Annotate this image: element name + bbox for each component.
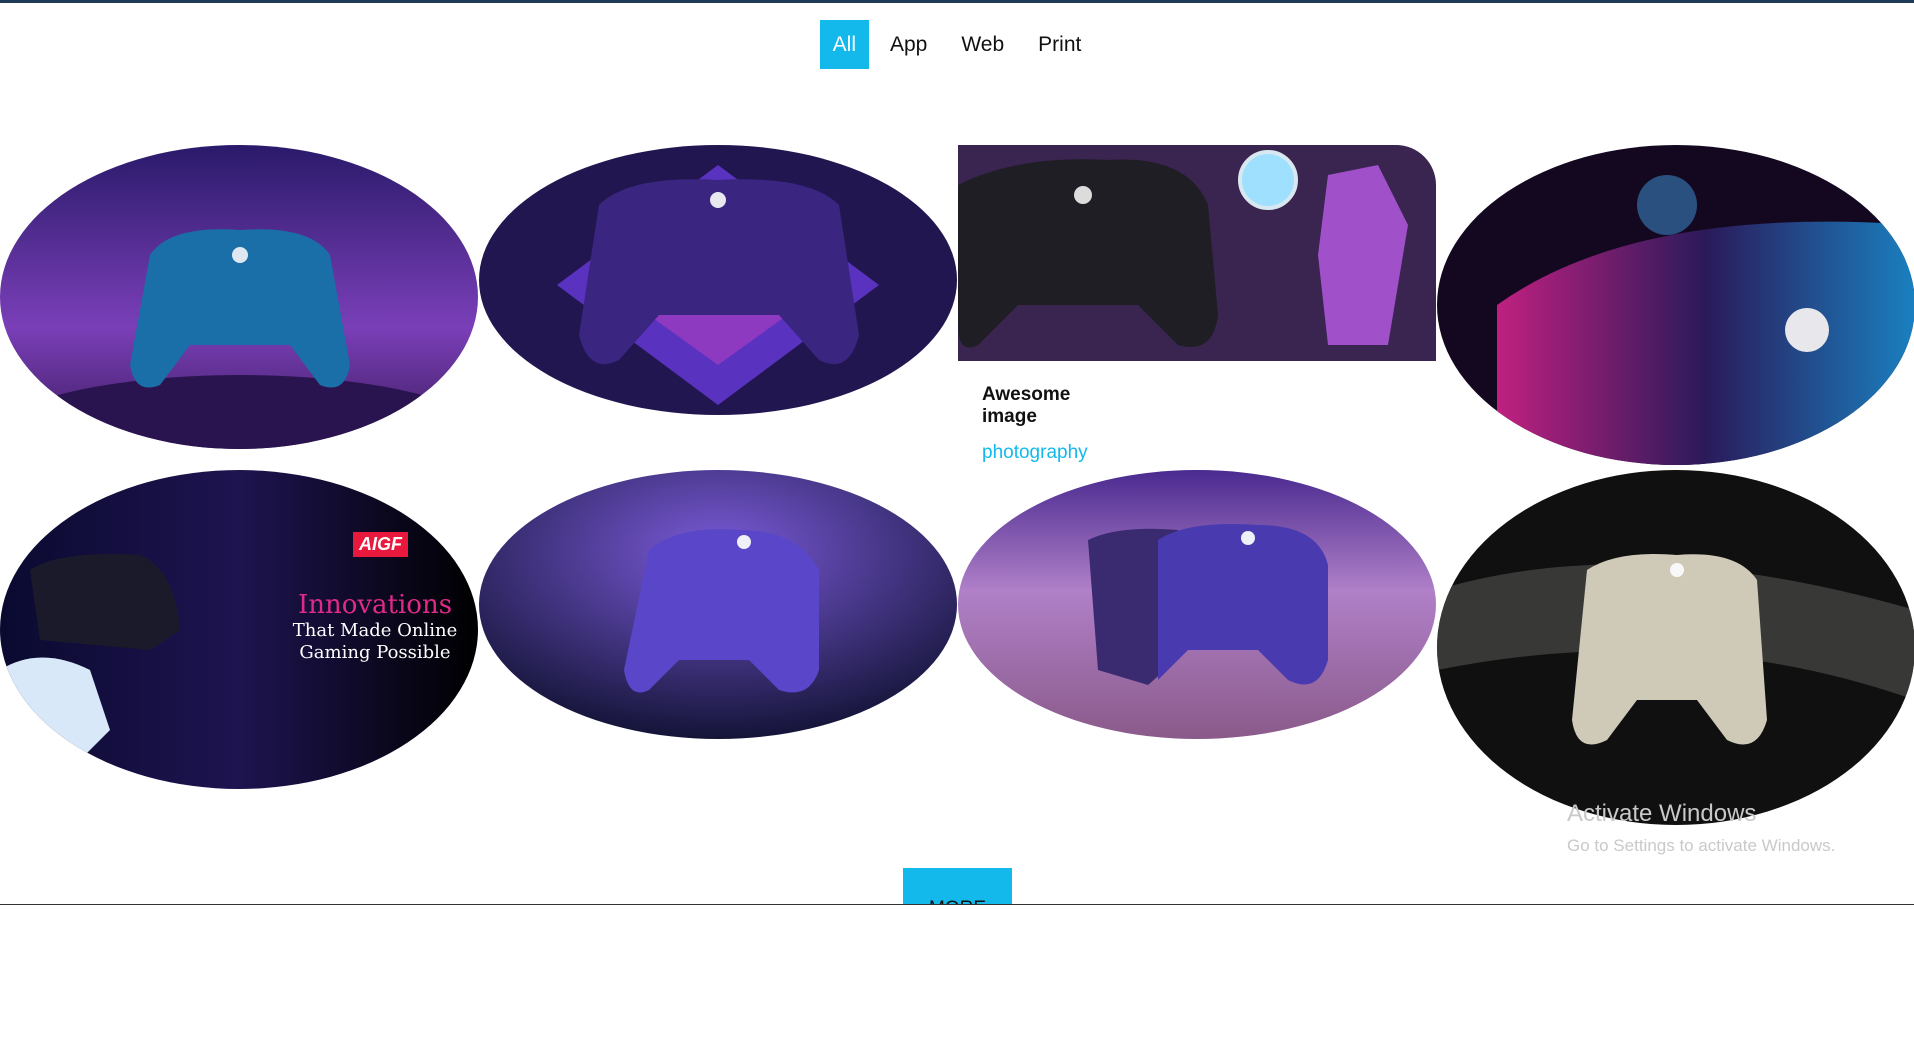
watermark-subtitle: Go to Settings to activate Windows. — [1567, 836, 1836, 855]
caption-category-link[interactable]: photography — [982, 442, 1088, 464]
watermark-title: Activate Windows — [1567, 800, 1757, 827]
filter-web-button[interactable]: Web — [948, 20, 1017, 69]
aigf-logo: AIGF — [353, 532, 408, 557]
gallery-item-blue-controller[interactable] — [0, 145, 478, 449]
filter-all-button[interactable]: All — [819, 20, 869, 69]
gallery-item-silver-controller[interactable] — [1437, 470, 1914, 825]
gallery-item-controllers-pink-desert[interactable] — [958, 470, 1436, 739]
aigf-banner-text: Innovations That Made Online Gaming Poss… — [290, 590, 460, 664]
caption-title: Awesome image — [982, 384, 1071, 427]
gallery-caption: Awesome image photography — [982, 384, 1088, 464]
gallery-item-purple-controller[interactable] — [479, 145, 957, 415]
gallery-item-aigf-banner[interactable]: AIGF Innovations That Made Online Gaming… — [0, 470, 478, 789]
section-divider — [0, 904, 1914, 905]
aigf-headline: Innovations — [297, 590, 453, 620]
more-button-container: MORE — [903, 868, 1012, 904]
portfolio-filter-bar: All App Web Print — [0, 20, 1914, 69]
filter-print-button[interactable]: Print — [1025, 20, 1094, 69]
filter-app-button[interactable]: App — [877, 20, 940, 69]
top-border — [0, 0, 1914, 3]
more-button[interactable]: MORE — [903, 868, 1012, 904]
aigf-subline-2: Gaming Possible — [299, 642, 451, 663]
aigf-subline-1: That Made Online — [292, 620, 458, 641]
gallery-item-purple-controller-nebula[interactable] — [479, 470, 957, 739]
gallery-item-controller-closeup[interactable] — [1437, 145, 1914, 465]
gallery-item-black-controller-fortnite[interactable] — [958, 145, 1436, 361]
windows-activation-watermark: Activate Windows Go to Settings to activ… — [1567, 800, 1835, 856]
